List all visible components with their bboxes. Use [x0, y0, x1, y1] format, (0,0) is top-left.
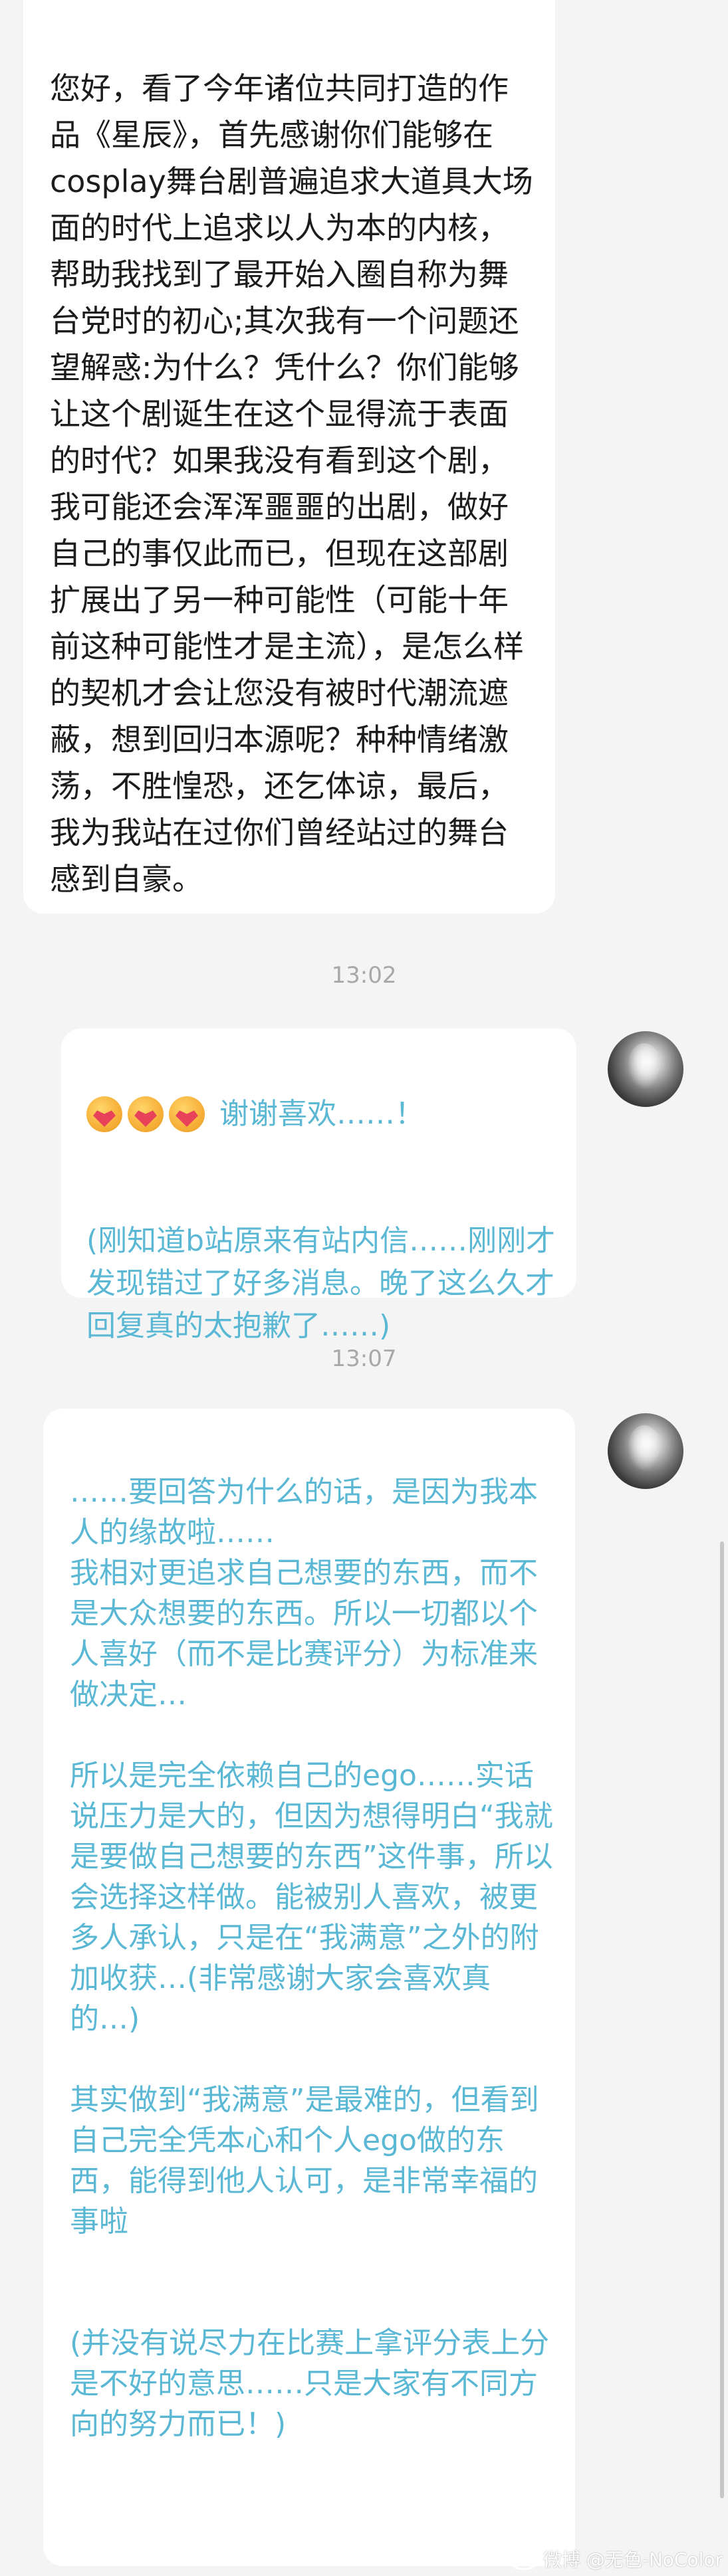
message-timestamp: 13:02: [331, 962, 397, 989]
reply-body: (刚知道b站原来有站内信……刚刚才发现错过了好多消息。晚了这么久才回复真的太抱歉…: [86, 1224, 556, 1343]
scrollbar[interactable]: [720, 1541, 724, 2498]
heart-face-emoji: [86, 1096, 122, 1132]
message-timestamp: 13:07: [331, 1345, 397, 1372]
heart-face-emoji: [169, 1096, 205, 1132]
heart-face-emoji: [128, 1096, 164, 1132]
incoming-message-bubble: 您好，看了今年诸位共同打造的作品《星辰》，首先感谢你们能够在cosplay舞台剧…: [23, 0, 555, 914]
avatar[interactable]: [608, 1413, 683, 1489]
reply-title: 谢谢喜欢……！: [219, 1097, 424, 1131]
reply-text: ……要回答为什么的话，是因为我本人的缘故啦…… 我相对更追求自己想要的东西，而不…: [70, 1475, 553, 2441]
watermark-text: 微博 @无色-NoColor: [543, 2549, 723, 2571]
watermark: 微博 @无色-NoColor: [509, 2545, 723, 2572]
reply-bubble-1: 谢谢喜欢……！ (刚知道b站原来有站内信……刚刚才发现错过了好多消息。晚了这么久…: [61, 1029, 576, 1343]
reply-bubble-2: ……要回答为什么的话，是因为我本人的缘故啦…… 我相对更追求自己想要的东西，而不…: [43, 1409, 575, 2566]
reply-emoji-row: 谢谢喜欢……！: [86, 1084, 560, 1144]
weibo-logo-icon: [509, 2547, 538, 2570]
avatar[interactable]: [608, 1031, 683, 1107]
incoming-message-text: 您好，看了今年诸位共同打造的作品《星辰》，首先感谢你们能够在cosplay舞台剧…: [50, 70, 533, 897]
